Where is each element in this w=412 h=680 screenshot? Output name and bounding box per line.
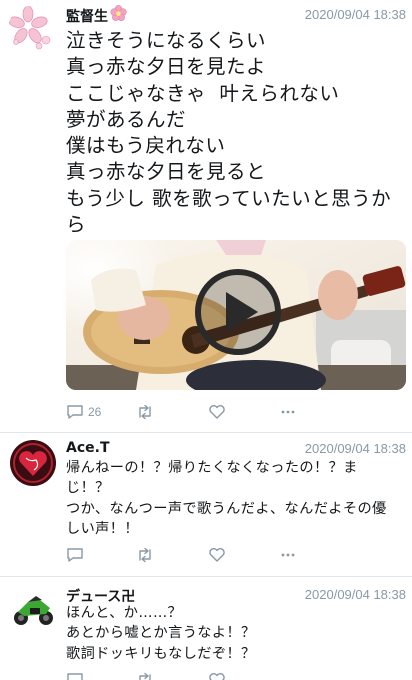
avatar[interactable] xyxy=(10,440,56,486)
reply-button[interactable]: 26 xyxy=(66,402,101,422)
like-icon xyxy=(209,673,225,680)
retweet-button[interactable] xyxy=(136,402,154,422)
more-button[interactable] xyxy=(280,545,296,565)
like-button[interactable] xyxy=(208,545,226,565)
reply-icon xyxy=(67,548,83,562)
post-text: 泣きそうになるくらい 真っ赤な夕日を見たよ ここじゃなきゃ 叶えられない 夢があ… xyxy=(66,29,392,237)
timestamp: 2020/09/04 18:38 xyxy=(304,441,406,456)
author-name[interactable]: 監督生 xyxy=(66,6,108,26)
avatar[interactable] xyxy=(10,586,56,632)
retweet-button[interactable] xyxy=(136,545,154,565)
timestamp: 2020/09/04 18:38 xyxy=(304,587,406,602)
reply-icon xyxy=(67,673,83,680)
reply-count: 26 xyxy=(88,405,102,419)
author-name-text: 監督生 xyxy=(66,9,108,25)
like-icon xyxy=(209,548,225,562)
retweet-button[interactable] xyxy=(136,670,154,680)
action-bar: 26 xyxy=(66,402,316,422)
author-name[interactable]: Ace.T xyxy=(66,440,110,456)
more-icon xyxy=(281,410,295,414)
timestamp: 2020/09/04 18:38 xyxy=(304,7,406,22)
more-icon xyxy=(281,553,295,557)
retweet-icon xyxy=(139,404,151,420)
cherry-blossom-avatar-image xyxy=(8,6,51,50)
action-bar xyxy=(66,670,316,680)
reply-text: 帰んねーの！？帰りたくなくなったの！？ま じ！？ つか、なんつー声で歌うんだよ、… xyxy=(66,460,387,538)
main-post: 監督生 2020/09/04 18:38 泣きそうになるくらい 真っ赤な夕日を見… xyxy=(0,0,412,432)
like-icon xyxy=(209,405,225,419)
video-thumbnail[interactable] xyxy=(66,240,406,390)
reply-button[interactable] xyxy=(66,670,84,680)
retweet-icon xyxy=(139,547,151,563)
like-button[interactable] xyxy=(208,402,226,422)
reply-icon xyxy=(67,405,83,419)
avatar[interactable] xyxy=(8,6,54,52)
reply-button[interactable] xyxy=(66,545,84,565)
guitar-video-image xyxy=(66,240,406,390)
heart-avatar-image xyxy=(10,440,56,486)
reply-text: ほんと、か……？ あとから嘘とか言うなよ！？ 歌詞ドッキリもなしだぞ！？ xyxy=(66,605,256,662)
retweet-icon xyxy=(139,672,151,680)
action-bar xyxy=(66,545,316,565)
flower-icon xyxy=(110,5,127,22)
more-button[interactable] xyxy=(280,402,296,422)
motorcycle-avatar-image xyxy=(10,586,56,632)
like-button[interactable] xyxy=(208,670,226,680)
